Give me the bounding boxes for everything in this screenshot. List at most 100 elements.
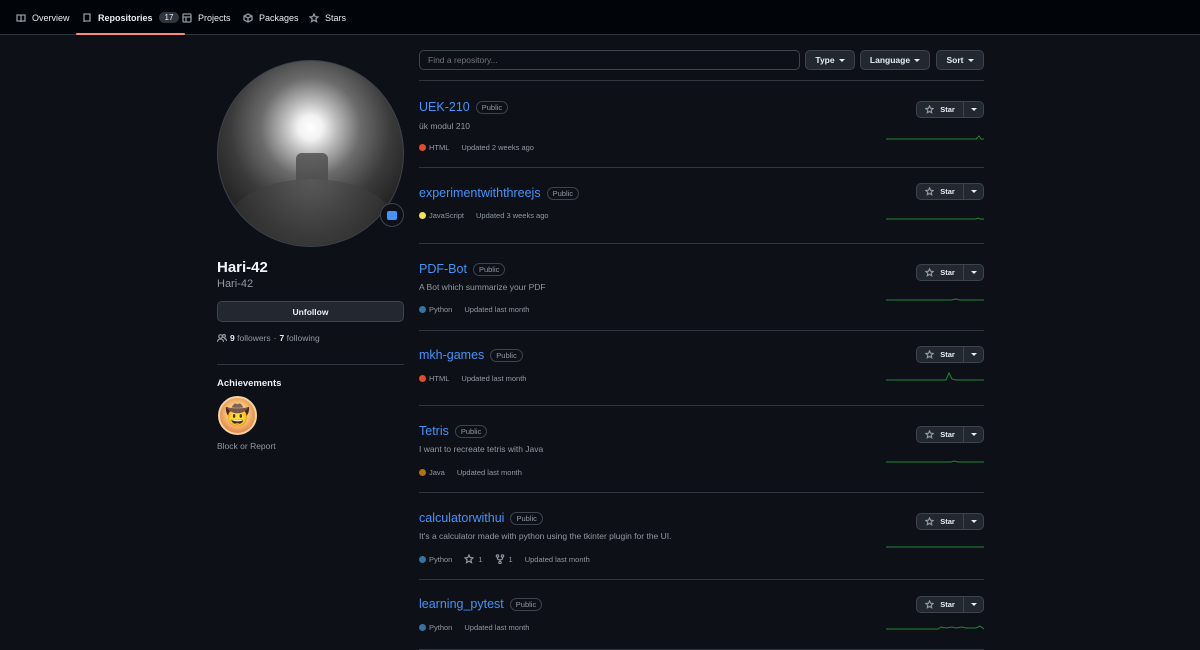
- sidebar-divider: [217, 364, 404, 365]
- status-emoji-button[interactable]: [380, 203, 404, 227]
- star-button[interactable]: Star: [916, 513, 964, 530]
- activity-sparkline: [886, 371, 984, 381]
- repo-name-link[interactable]: calculatorwithui: [419, 511, 504, 525]
- star-icon: [925, 268, 935, 277]
- star-list-dropdown[interactable]: [964, 596, 984, 613]
- star-button[interactable]: Star: [916, 183, 964, 200]
- forks-link[interactable]: 1: [495, 554, 513, 564]
- star-label: Star: [940, 268, 955, 277]
- repo-item: PDF-Bot Public A Bot which summarize you…: [419, 244, 984, 331]
- repo-item: experimentwiththreejs Public JavaScript …: [419, 168, 984, 244]
- stargazers-link[interactable]: 1: [464, 554, 483, 564]
- star-icon: [925, 517, 935, 526]
- star-label: Star: [940, 350, 955, 359]
- repo-item: UEK-210 Public ük modul 210 HTML Updated…: [419, 81, 984, 168]
- activity-sparkline: [886, 217, 984, 220]
- language-label: HTML: [429, 374, 450, 383]
- caret-down-icon: [970, 271, 977, 274]
- tab-label: Projects: [198, 12, 231, 23]
- star-button-group: Star: [916, 264, 984, 281]
- star-icon: [925, 187, 935, 196]
- achievement-badge[interactable]: 🤠: [218, 396, 257, 435]
- following-link[interactable]: 7 following: [280, 333, 320, 343]
- language-label: JavaScript: [429, 211, 465, 220]
- star-button[interactable]: Star: [916, 346, 964, 363]
- star-button[interactable]: Star: [916, 596, 964, 613]
- tab-stars[interactable]: Stars: [309, 0, 346, 35]
- repo-language: Python: [419, 623, 452, 632]
- tab-label: Repositories: [98, 12, 153, 23]
- followers-label: followers: [237, 333, 271, 343]
- star-list-dropdown[interactable]: [964, 346, 984, 363]
- language-color-dot: [419, 469, 426, 476]
- repo-description: ük modul 210: [419, 121, 471, 131]
- repo-item: calculatorwithui Public It's a calculato…: [419, 493, 984, 580]
- avatar-container: [217, 60, 404, 247]
- caret-down-icon: [970, 433, 977, 436]
- star-icon: [925, 105, 935, 114]
- tab-projects[interactable]: Projects: [182, 0, 231, 35]
- tab-label: Overview: [32, 12, 70, 23]
- repo-meta: Python Updated last month: [419, 623, 529, 632]
- activity-sparkline: [886, 460, 984, 463]
- tab-packages[interactable]: Packages: [243, 0, 299, 35]
- star-button[interactable]: Star: [916, 101, 964, 118]
- sort-button[interactable]: Sort: [936, 50, 984, 70]
- caret-down-icon: [970, 353, 977, 356]
- visibility-badge: Public: [454, 424, 488, 438]
- forks-count: 1: [508, 554, 513, 564]
- star-icon: [925, 600, 935, 609]
- activity-sparkline: [886, 135, 984, 140]
- repo-name-link[interactable]: experimentwiththreejs: [419, 186, 541, 200]
- star-label: Star: [940, 105, 955, 114]
- star-button-group: Star: [916, 183, 984, 200]
- repo-title-row: learning_pytest Public: [419, 597, 543, 611]
- repo-title-row: Tetris Public: [419, 424, 488, 438]
- updated-time: Updated last month: [461, 374, 527, 383]
- followers-link[interactable]: 9 followers: [230, 333, 271, 343]
- language-color-dot: [419, 212, 426, 219]
- repo-name-link[interactable]: mkh-games: [419, 348, 484, 362]
- star-list-dropdown[interactable]: [964, 101, 984, 118]
- visibility-badge: Public: [510, 511, 543, 525]
- star-list-dropdown[interactable]: [964, 183, 984, 200]
- star-list-dropdown[interactable]: [964, 426, 984, 443]
- table-icon: [182, 12, 192, 23]
- repo-title-row: mkh-games Public: [419, 348, 523, 362]
- star-icon: [925, 430, 935, 439]
- type-filter-button[interactable]: Type: [805, 50, 855, 70]
- unfollow-button[interactable]: Unfollow: [217, 301, 404, 322]
- star-list-dropdown[interactable]: [964, 264, 984, 281]
- star-label: Star: [940, 430, 955, 439]
- repo-name-link[interactable]: Tetris: [419, 424, 449, 438]
- star-label: Star: [940, 517, 955, 526]
- star-label: Star: [940, 187, 955, 196]
- tab-label: Stars: [325, 12, 347, 23]
- star-button[interactable]: Star: [916, 264, 964, 281]
- language-label: Python: [429, 305, 453, 314]
- robot-icon: [387, 210, 397, 220]
- block-report-link[interactable]: Block or Report: [217, 441, 276, 451]
- repo-language: HTML: [419, 143, 449, 152]
- star-button-group: Star: [916, 346, 984, 363]
- star-button-group: Star: [916, 596, 984, 613]
- activity-sparkline: [886, 625, 984, 630]
- updated-time: Updated last month: [464, 623, 530, 632]
- language-label: HTML: [429, 143, 450, 152]
- repo-name-link[interactable]: UEK-210: [419, 100, 470, 114]
- repo-name-link[interactable]: PDF-Bot: [419, 262, 467, 276]
- star-icon: [464, 554, 475, 564]
- language-filter-button[interactable]: Language: [860, 50, 930, 70]
- find-repository-input[interactable]: [419, 50, 800, 70]
- visibility-badge: Public: [490, 348, 523, 362]
- language-color-dot: [419, 306, 426, 313]
- star-button[interactable]: Star: [916, 426, 964, 443]
- repo-name-link[interactable]: learning_pytest: [419, 597, 504, 611]
- star-icon: [309, 12, 319, 23]
- repo-item: Tetris Public I want to recreate tetris …: [419, 406, 984, 493]
- caret-down-icon: [914, 58, 921, 62]
- tab-repositories[interactable]: Repositories 17: [75, 0, 186, 35]
- avatar[interactable]: [217, 60, 404, 247]
- star-list-dropdown[interactable]: [964, 513, 984, 530]
- tab-overview[interactable]: Overview: [16, 0, 70, 35]
